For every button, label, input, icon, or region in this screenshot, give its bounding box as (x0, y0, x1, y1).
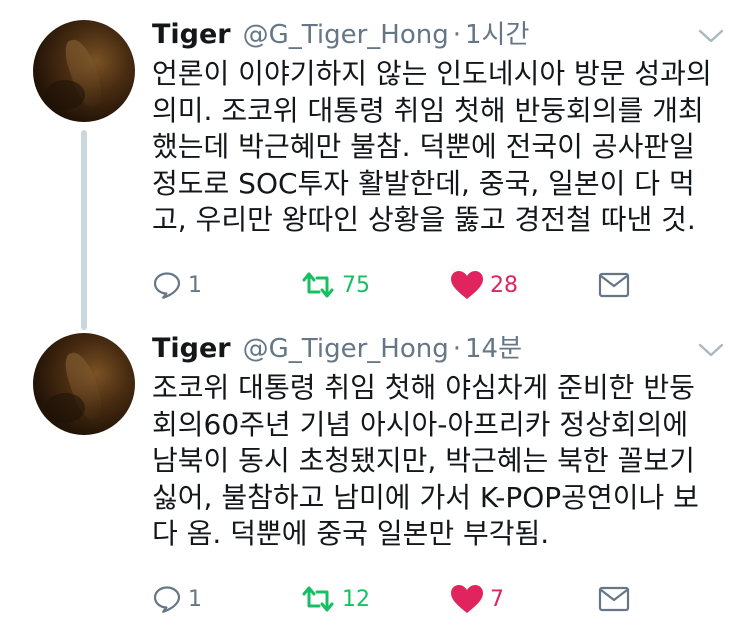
reply-icon (153, 586, 181, 613)
tweet-text-line: 정도로 SOC투자 활발한데, 중국, 일본이 다 먹 (152, 166, 695, 200)
like-count: 28 (490, 272, 518, 298)
tweet-text-line: 남북이 동시 초청됐지만, 박근혜는 북한 꼴보기 (152, 444, 695, 477)
retweet-button[interactable]: 75 (300, 268, 370, 302)
user-handle[interactable]: @G_Tiger_Hong (243, 20, 449, 50)
reply-button[interactable]: 1 (152, 268, 202, 302)
timestamp[interactable]: 14분 (465, 328, 522, 365)
tweet-text-line: 다 옴. 덕뿐에 중국 일본만 부각됨. (152, 517, 550, 550)
direct-message-button[interactable] (598, 268, 630, 302)
tweet-header: Tiger @G_Tiger_Hong · 1시간 (152, 14, 529, 54)
heart-icon (451, 585, 483, 613)
tweet-header: Tiger @G_Tiger_Hong · 14분 (152, 328, 522, 368)
heart-icon (451, 271, 483, 299)
thread-connector (81, 130, 87, 330)
envelope-icon (598, 272, 630, 298)
avatar[interactable] (33, 333, 135, 435)
reply-icon (153, 272, 181, 299)
tweet[interactable]: Tiger @G_Tiger_Hong · 1시간 언론이 이야기하지 않는 인… (0, 0, 750, 330)
like-count: 7 (490, 586, 504, 612)
retweet-count: 12 (342, 586, 370, 612)
like-button[interactable]: 28 (450, 268, 518, 302)
action-bar: 1 75 28 (152, 268, 742, 302)
chevron-down-icon[interactable] (698, 342, 724, 358)
avatar[interactable] (33, 20, 135, 122)
tweet-text: 조코위 대통령 취임 첫해 야심차게 준비한 반둥 회의60주년 기념 아시아-… (152, 370, 732, 553)
user-handle[interactable]: @G_Tiger_Hong (243, 334, 449, 364)
retweet-button[interactable]: 12 (300, 582, 370, 616)
retweet-icon (302, 586, 334, 612)
separator: · (452, 334, 461, 364)
tweet-text-line: 언론이 이야기하지 않는 인도네시아 방문 성과의 (152, 57, 712, 90)
envelope-icon (598, 586, 630, 612)
timestamp[interactable]: 1시간 (465, 14, 529, 51)
retweet-count: 75 (342, 272, 370, 298)
tweet-text-line: 회의60주년 기념 아시아-아프리카 정상회의에 (152, 407, 689, 441)
tweet-text-line: 조코위 대통령 취임 첫해 야심차게 준비한 반둥 (152, 371, 695, 404)
action-bar: 1 12 7 (152, 582, 742, 616)
direct-message-button[interactable] (598, 582, 630, 616)
like-button[interactable]: 7 (450, 582, 504, 616)
separator: · (452, 20, 461, 50)
retweet-icon (302, 272, 334, 298)
reply-button[interactable]: 1 (152, 582, 202, 616)
tweet-text-line: 했는데 박근혜만 불참. 덕뿐에 전국이 공사판일 (152, 130, 695, 163)
tweet-text-line: 고, 우리만 왕따인 상황을 뚫고 경전철 따낸 것. (152, 203, 696, 236)
user-name[interactable]: Tiger (152, 333, 231, 364)
chevron-down-icon[interactable] (698, 28, 724, 44)
reply-count: 1 (188, 586, 202, 612)
reply-count: 1 (188, 272, 202, 298)
tweet[interactable]: Tiger @G_Tiger_Hong · 14분 조코위 대통령 취임 첫해 … (0, 314, 750, 628)
tweet-text-line: 의미. 조코위 대통령 취임 첫해 반둥회의를 개최 (152, 93, 704, 127)
tweet-text-line: 싫어, 불참하고 남미에 가서 K-POP공연이나 보 (152, 480, 699, 514)
user-name[interactable]: Tiger (152, 19, 231, 50)
tweet-text: 언론이 이야기하지 않는 인도네시아 방문 성과의 의미. 조코위 대통령 취임… (152, 56, 732, 239)
